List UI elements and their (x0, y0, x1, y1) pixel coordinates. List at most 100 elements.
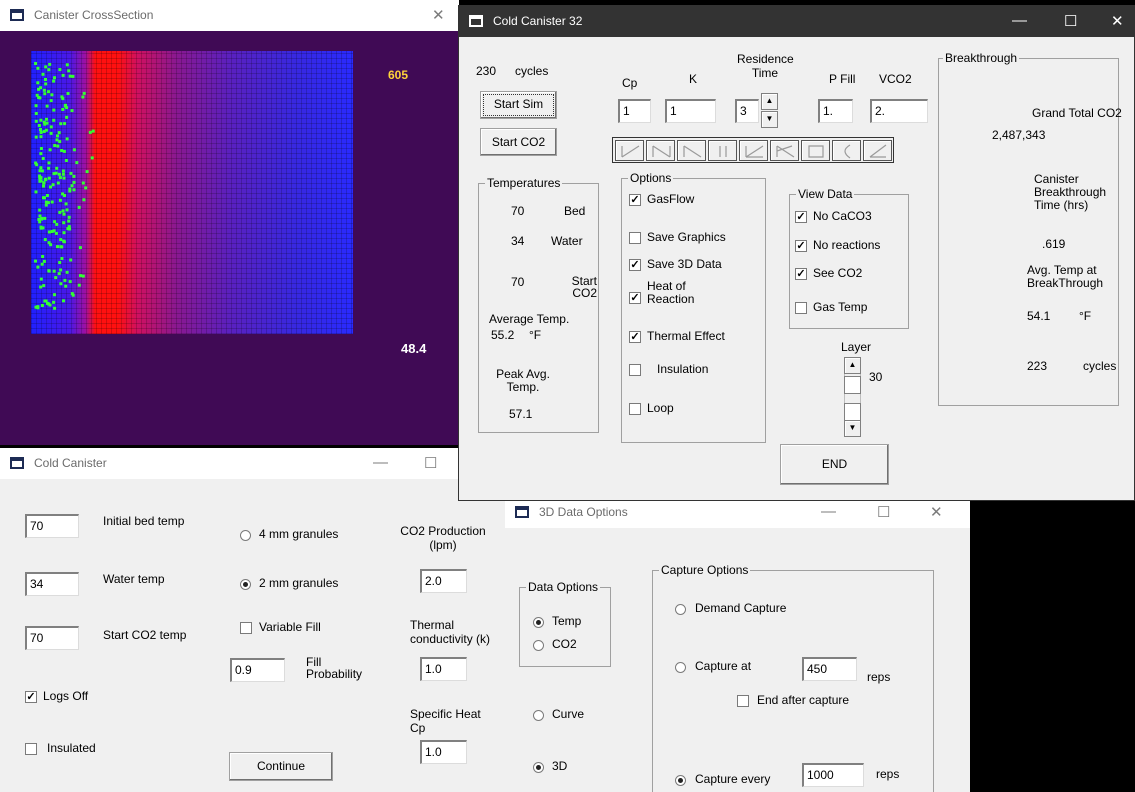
co2-particle (34, 305, 38, 309)
co2-particle (61, 97, 65, 101)
no-reactions-checkbox[interactable]: ✓ (795, 240, 807, 252)
start-co2-button[interactable]: Start CO2 (480, 128, 557, 156)
co2-particle (38, 220, 42, 224)
insulated-checkbox[interactable] (25, 743, 37, 755)
co2-particle (44, 299, 48, 303)
capture-at-field[interactable]: 450 (802, 657, 857, 681)
co2-particle (82, 91, 86, 95)
parallel-icon[interactable] (708, 140, 737, 161)
maximize-icon[interactable]: ☐ (1064, 12, 1077, 30)
initial-bed-temp-field[interactable]: 70 (25, 514, 79, 538)
peak-temp-label: Peak Avg. Temp. (496, 367, 550, 394)
co2-particle (53, 293, 56, 297)
co2-particle (35, 93, 39, 97)
layer-scroll-track[interactable] (844, 403, 861, 421)
layer-up-icon[interactable]: ▲ (844, 357, 861, 374)
co2-particle (39, 166, 43, 170)
co2-particle (59, 268, 63, 272)
co2-particle (49, 99, 53, 103)
residence-time-label: Residence Time (737, 52, 794, 80)
insulation-checkbox[interactable] (629, 364, 641, 376)
average-temp-value: 55.2 (491, 328, 515, 342)
step-icon[interactable] (770, 140, 799, 161)
data3d-titlebar[interactable]: 3D Data Options — ☐ ✕ (505, 497, 970, 528)
co2-particle (68, 74, 72, 78)
gasflow-checkbox[interactable]: ✓ (629, 194, 641, 206)
notch-icon[interactable] (646, 140, 675, 161)
co2-production-field[interactable]: 2.0 (420, 569, 467, 593)
main-titlebar[interactable]: Cold Canister 32 — ☐ ✕ (459, 6, 1134, 37)
fan-icon[interactable] (739, 140, 768, 161)
co2-particle (40, 169, 44, 173)
layer-scroll-thumb[interactable] (844, 376, 861, 394)
loop-checkbox[interactable] (629, 403, 641, 415)
avg-temp-breakthrough-value: 54.1 (1027, 309, 1051, 323)
end-after-capture-checkbox[interactable] (737, 695, 749, 707)
co2-particle (52, 269, 56, 273)
save-graphics-checkbox[interactable] (629, 232, 641, 244)
cycles-label: cycles (515, 64, 549, 78)
start-co2-temp-field[interactable]: 70 (25, 626, 79, 650)
co2-particle (34, 190, 38, 194)
layer-value: 30 (869, 370, 883, 384)
residence-down-icon[interactable]: ▼ (761, 111, 778, 128)
heat-of-reaction-checkbox[interactable]: ✓ (629, 292, 641, 304)
k-field[interactable]: 1 (665, 99, 716, 123)
pfill-field[interactable]: 1. (818, 99, 853, 123)
capture-at-label: Capture at (695, 659, 752, 673)
variable-fill-checkbox[interactable] (240, 622, 252, 634)
demand-capture-radio[interactable] (675, 604, 686, 615)
residence-up-icon[interactable]: ▲ (761, 93, 778, 110)
curve-radio[interactable] (533, 710, 544, 721)
co2-production-label: CO2 Production (lpm) (400, 524, 486, 552)
specific-heat-field[interactable]: 1.0 (420, 740, 467, 764)
close-icon[interactable]: ✕ (930, 503, 943, 521)
minimize-icon[interactable]: — (1012, 12, 1027, 29)
cold-canister-titlebar[interactable]: Cold Canister — ☐ (0, 448, 508, 479)
close-icon[interactable]: ✕ (1111, 12, 1124, 30)
co2-particle (38, 208, 42, 212)
peak-icon[interactable] (677, 140, 706, 161)
wedge-icon[interactable] (863, 140, 892, 161)
gas-temp-checkbox[interactable] (795, 302, 807, 314)
maximize-icon[interactable]: ☐ (424, 454, 437, 472)
square-icon[interactable] (801, 140, 830, 161)
co2-radio[interactable] (533, 640, 544, 651)
continue-button[interactable]: Continue (229, 752, 333, 781)
layer-scrollbar[interactable]: ▲ ▼ (844, 357, 861, 437)
water-temp-field[interactable]: 34 (25, 572, 79, 596)
capture-every-radio[interactable] (675, 775, 686, 786)
save-3d-data-checkbox[interactable]: ✓ (629, 259, 641, 271)
granules-2mm-radio[interactable] (240, 579, 251, 590)
capture-at-radio[interactable] (675, 662, 686, 673)
logs-off-checkbox[interactable]: ✓ (25, 691, 37, 703)
co2-particle (52, 79, 56, 83)
no-caco3-checkbox[interactable]: ✓ (795, 211, 807, 223)
granules-2mm-label: 2 mm granules (259, 576, 339, 590)
co2-particle (43, 92, 47, 96)
thermal-effect-checkbox[interactable]: ✓ (629, 331, 641, 343)
capture-every-field[interactable]: 1000 (802, 763, 864, 787)
variable-fill-label: Variable Fill (259, 620, 321, 634)
minimize-icon[interactable]: — (373, 454, 388, 471)
minimize-icon[interactable]: — (821, 503, 836, 520)
maximize-icon[interactable]: ☐ (877, 503, 890, 521)
fill-probability-field[interactable]: 0.9 (230, 658, 285, 682)
thermal-conductivity-field[interactable]: 1.0 (420, 657, 467, 681)
layer-down-icon[interactable]: ▼ (844, 420, 861, 437)
cp-field[interactable]: 1 (618, 99, 651, 123)
co2-particle (39, 135, 43, 139)
3d-radio[interactable] (533, 762, 544, 773)
granules-4mm-radio[interactable] (240, 530, 251, 541)
arc-icon[interactable] (832, 140, 861, 161)
vco2-field[interactable]: 2. (870, 99, 928, 123)
see-co2-checkbox[interactable]: ✓ (795, 268, 807, 280)
start-sim-button[interactable]: Start Sim (480, 91, 557, 119)
end-button[interactable]: END (780, 444, 889, 485)
co2-particle (37, 124, 41, 127)
co2-particle (55, 166, 59, 170)
residence-time-field[interactable]: 3 (735, 99, 759, 123)
temp-radio[interactable] (533, 617, 544, 628)
ramp-up-icon[interactable] (615, 140, 644, 161)
breakthrough-caption: Breakthrough (943, 51, 1020, 65)
